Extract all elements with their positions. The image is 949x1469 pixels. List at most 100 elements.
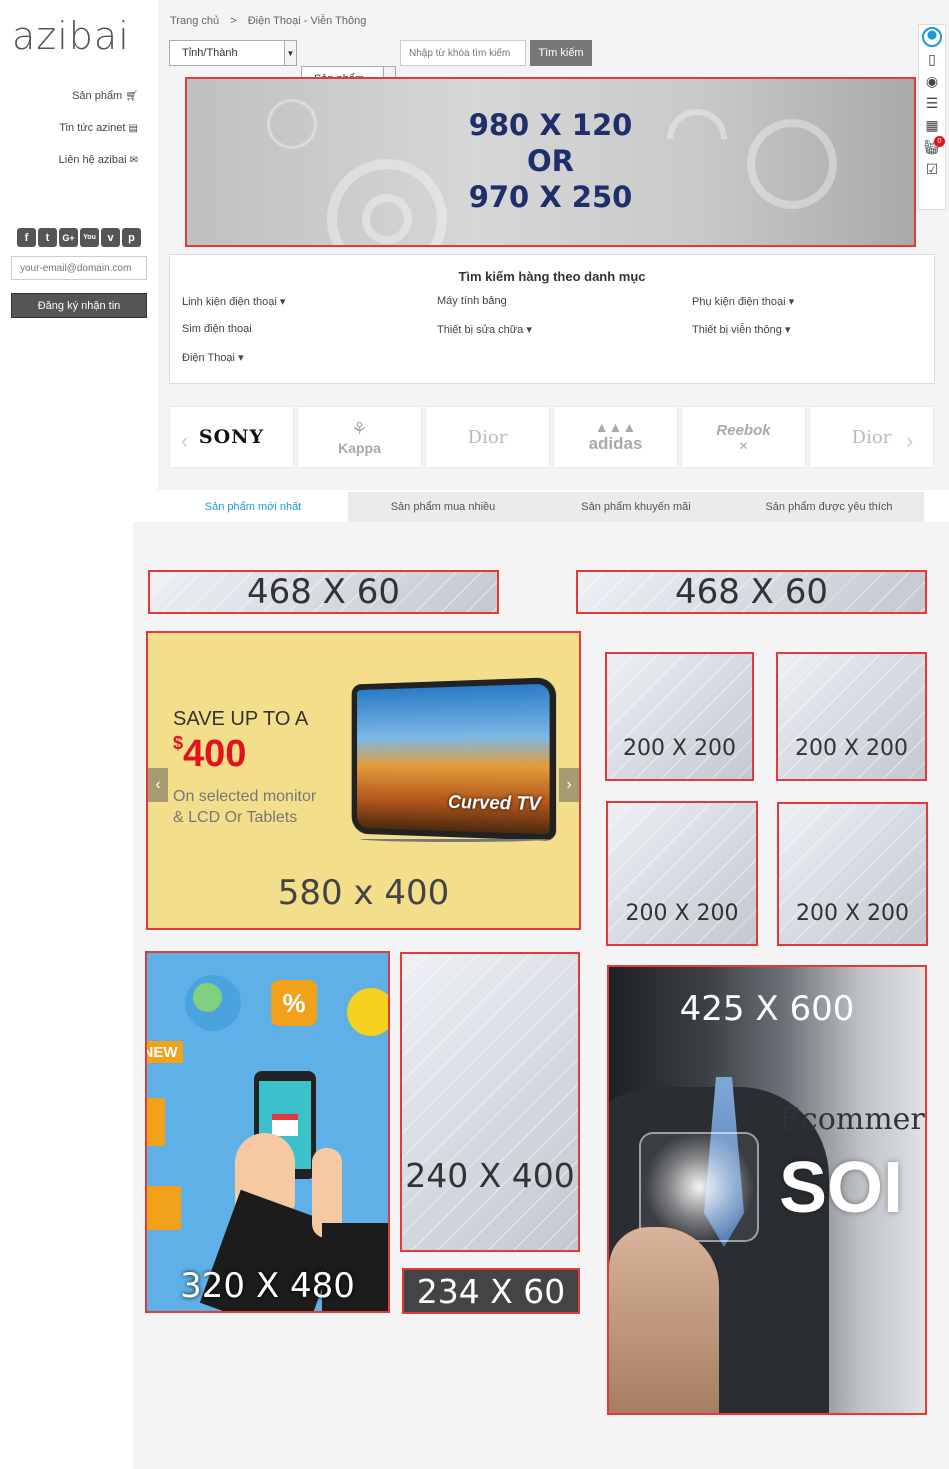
basket-count-badge: 0 xyxy=(934,136,945,147)
tab-best-selling[interactable]: Sản phẩm mua nhiều xyxy=(348,492,538,522)
ad-200x200-1[interactable]: 200 X 200 xyxy=(605,652,754,781)
ad-200x200-2[interactable]: 200 X 200 xyxy=(776,652,927,781)
ad-320x480-mobile[interactable]: % NEW 320 X 480 xyxy=(145,951,390,1313)
tab-favorites[interactable]: Sản phẩm được yêu thích xyxy=(734,492,924,522)
sidebar-item-products[interactable]: Sản phẩm 🛒︎ xyxy=(20,90,138,122)
caret-down-icon: ▾ xyxy=(279,296,286,308)
cart-icon: 🛒︎ xyxy=(125,91,138,102)
breadcrumb-current[interactable]: Điện Thoại - Viễn Thông xyxy=(248,15,367,27)
promo-headline: SAVE UP TO A xyxy=(173,708,309,730)
brand-logo-dior-2[interactable]: Dior xyxy=(809,406,934,468)
brand-logo-adidas[interactable]: ▲▲▲ adidas xyxy=(553,406,678,468)
ad-240x400[interactable]: 240 X 400 xyxy=(400,952,580,1252)
sidebar-item-label: Sản phẩm xyxy=(72,90,123,102)
search-input[interactable] xyxy=(400,40,526,66)
brand-next-arrow[interactable]: › xyxy=(906,428,913,454)
ad-size-label: 240 X 400 xyxy=(405,1156,575,1195)
youtube-icon[interactable]: You xyxy=(80,228,99,247)
eye-icon[interactable]: ◉ xyxy=(919,70,945,92)
promo-value: 400 xyxy=(183,733,247,775)
slider-prev-arrow[interactable]: ‹ xyxy=(148,768,168,802)
category-item-dien-thoai[interactable]: Điện Thoại ▾ xyxy=(182,351,244,364)
sidebar-item-label: Liên hệ azibai xyxy=(58,154,127,166)
top-banner-line1: 980 X 120 xyxy=(468,108,633,142)
ad-size-label: 320 X 480 xyxy=(180,1266,355,1306)
category-label: Điện Thoại xyxy=(182,352,235,364)
sidebar-item-label: Tin tức azinet xyxy=(59,122,126,134)
calendar-icon[interactable]: ▦ xyxy=(919,114,945,136)
ad-200x200-3[interactable]: 200 X 200 xyxy=(606,801,758,946)
kappa-figure-icon: ⚘ xyxy=(351,418,368,439)
percent-icon: % xyxy=(271,980,317,1026)
facebook-icon[interactable]: f xyxy=(17,228,36,247)
category-item-thiet-bi-sua-chua[interactable]: Thiết bị sửa chữa ▾ xyxy=(437,323,532,336)
category-item-thiet-bi-vien-thong[interactable]: Thiết bị viễn thông ▾ xyxy=(692,323,790,336)
social-links: f t G+ You v p xyxy=(17,228,143,247)
email-field[interactable] xyxy=(11,256,147,280)
category-item-linh-kien[interactable]: Linh kiện điện thoại ▾ xyxy=(182,295,285,308)
promo-subtext-2: & LCD Or Tablets xyxy=(173,809,298,826)
promo-slider-ad[interactable]: SAVE UP TO A $400 On selected monitor & … xyxy=(146,631,581,930)
store-icon xyxy=(272,1114,298,1136)
category-title: Tìm kiếm hàng theo danh mục xyxy=(458,269,646,284)
tab-newest[interactable]: Sản phẩm mới nhất xyxy=(158,492,348,522)
basket-icon[interactable]: 🧺︎ 0 xyxy=(919,136,945,158)
new-badge: NEW xyxy=(147,1041,183,1063)
contact-icon: ✉ xyxy=(129,155,138,166)
tv-stand xyxy=(360,836,550,842)
tab-promotion[interactable]: Sản phẩm khuyến mãi xyxy=(538,492,734,522)
breadcrumb-home[interactable]: Trang chủ xyxy=(170,15,219,27)
brand-logo-dior[interactable]: Dior xyxy=(425,406,550,468)
caret-down-icon: ▾ xyxy=(238,352,244,364)
caret-down-icon: ▾ xyxy=(784,324,791,336)
logo[interactable]: azibai xyxy=(12,14,130,58)
category-item-phu-kien[interactable]: Phụ kiện điện thoại ▾ xyxy=(692,295,794,308)
category-item-may-tinh-bang[interactable]: Máy tính bảng xyxy=(437,295,507,307)
ad-425x600[interactable]: 425 X 600 Ecommerc SOI xyxy=(607,965,927,1415)
brand-logo-reebok[interactable]: Reebok ✕ xyxy=(681,406,806,468)
subscribe-button[interactable]: Đăng ký nhận tin xyxy=(11,293,147,318)
cart-icon xyxy=(347,988,388,1036)
promo-currency: $ xyxy=(173,733,184,753)
glowing-button-image xyxy=(639,1132,759,1242)
curved-tv-image: Curved TV xyxy=(351,677,557,841)
breadcrumb-separator: > xyxy=(230,15,237,27)
category-label: Thiết bị sửa chữa xyxy=(437,324,524,336)
twitter-icon[interactable]: t xyxy=(38,228,57,247)
brand-logo-kappa[interactable]: ⚘ Kappa xyxy=(297,406,422,468)
ad-468x60-right[interactable]: 468 X 60 xyxy=(576,570,927,614)
pinterest-icon[interactable]: p xyxy=(122,228,141,247)
top-banner-ad[interactable]: 980 X 120 OR 970 X 250 xyxy=(185,77,916,247)
ad-234x60[interactable]: 234 X 60 xyxy=(402,1268,580,1314)
slider-next-arrow[interactable]: › xyxy=(559,768,579,802)
ad-size-label: 200 X 200 xyxy=(622,736,737,761)
vimeo-icon[interactable]: v xyxy=(101,228,120,247)
globe-icon xyxy=(185,975,241,1031)
promo-subtext-1: On selected monitor xyxy=(173,788,317,805)
google-plus-icon[interactable]: G+ xyxy=(59,228,78,247)
document-icon[interactable]: ▯ xyxy=(919,48,945,70)
category-label: Linh kiện điện thoại xyxy=(182,296,277,308)
breadcrumb: Trang chủ > Điện Thoại - Viễn Thông xyxy=(170,15,366,27)
gift-icon xyxy=(147,1098,165,1146)
user-icon[interactable] xyxy=(919,26,945,48)
ad-200x200-4[interactable]: 200 X 200 xyxy=(777,802,928,946)
sidebar-item-news[interactable]: Tin tức azinet ▤ xyxy=(20,122,138,154)
ad-size-label: 468 X 60 xyxy=(674,572,829,612)
province-select[interactable]: Tỉnh/Thành ▼ xyxy=(169,40,297,66)
ad-size-label: 200 X 200 xyxy=(625,901,739,926)
category-label: Sim điện thoại xyxy=(182,323,252,335)
ad-size-label: 234 X 60 xyxy=(416,1271,566,1311)
ad-size-label: 200 X 200 xyxy=(794,736,909,761)
list-icon[interactable]: ☰ xyxy=(919,92,945,114)
category-item-sim[interactable]: Sim điện thoại xyxy=(182,323,252,335)
checklist-icon[interactable]: ☑ xyxy=(919,158,945,180)
sidebar-links: Sản phẩm 🛒︎ Tin tức azinet ▤ Liên hệ azi… xyxy=(20,90,138,186)
adidas-stripes-icon: ▲▲▲ xyxy=(594,419,637,435)
province-select-value: Tỉnh/Thành xyxy=(182,47,238,59)
reebok-vector-icon: ✕ xyxy=(738,438,749,453)
search-button[interactable]: Tìm kiếm xyxy=(530,40,592,66)
ad-468x60-left[interactable]: 468 X 60 xyxy=(148,570,499,614)
brand-prev-arrow[interactable]: ‹ xyxy=(181,428,188,454)
sidebar-item-contact[interactable]: Liên hệ azibai ✉ xyxy=(20,154,138,186)
